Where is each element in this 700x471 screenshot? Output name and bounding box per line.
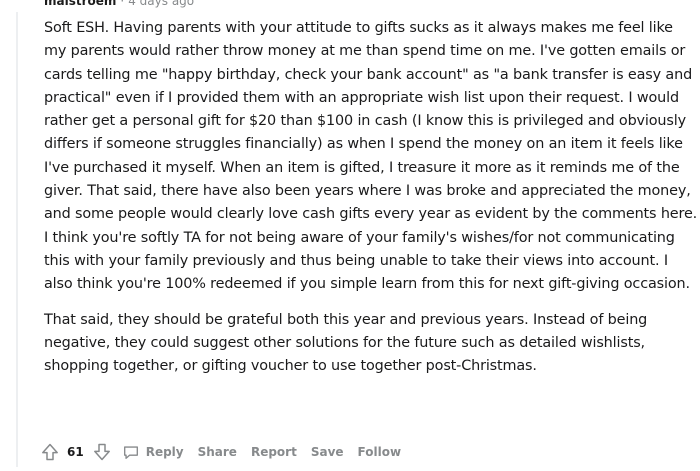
reply-label: Reply [145,445,184,459]
vote-controls: 61 [38,440,114,464]
follow-button[interactable]: Follow [354,445,406,459]
thread-line[interactable] [16,12,18,467]
save-button[interactable]: Save [307,445,348,459]
reply-button[interactable]: Reply [118,443,188,461]
comment-action-bar: 61 Reply Share Report Save Follow [38,438,411,466]
comment-body: Soft ESH. Having parents with your attit… [44,17,699,378]
report-button[interactable]: Report [247,445,301,459]
reply-bubble-icon [122,443,140,461]
comment-paragraph: Soft ESH. Having parents with your attit… [44,20,698,293]
comment-author[interactable]: malstroem [44,0,116,8]
vote-score: 61 [67,445,84,459]
share-button[interactable]: Share [194,445,241,459]
upvote-icon[interactable] [38,440,62,464]
downvote-icon[interactable] [90,440,114,464]
meta-separator: · [120,0,125,8]
comment-timestamp[interactable]: 4 days ago [128,0,194,8]
comment-header: malstroem · 4 days ago [44,0,194,11]
comment-paragraph: That said, they should be grateful both … [44,311,648,375]
